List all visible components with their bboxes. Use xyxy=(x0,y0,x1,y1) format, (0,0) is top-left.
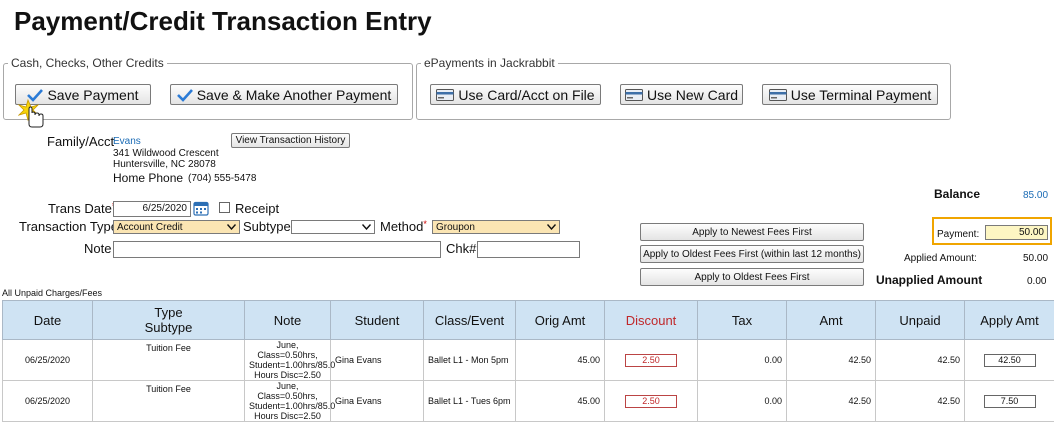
method-label: Method* xyxy=(380,219,427,234)
unapplied-amount-value: 0.00 xyxy=(1027,276,1046,287)
cell-class: Ballet L1 - Tues 6pm xyxy=(424,381,516,422)
note-label: Note xyxy=(84,241,111,256)
chevron-down-icon xyxy=(362,222,371,233)
save-another-payment-button[interactable]: Save & Make Another Payment xyxy=(170,84,398,105)
cell-orig-amt: 45.00 xyxy=(516,381,605,422)
cell-unpaid: 42.50 xyxy=(876,381,965,422)
subtype-select[interactable] xyxy=(291,220,375,234)
family-address-line2: Huntersville, NC 28078 xyxy=(113,159,216,170)
discount-input[interactable]: 2.50 xyxy=(625,354,677,367)
cell-amt: 42.50 xyxy=(787,381,876,422)
transaction-type-label: Transaction Type* xyxy=(19,219,122,234)
cell-amt: 42.50 xyxy=(787,340,876,381)
col-header-date[interactable]: Date xyxy=(3,301,93,340)
page-title: Payment/Credit Transaction Entry xyxy=(14,6,432,37)
use-card-on-file-button[interactable]: Use Card/Acct on File xyxy=(430,84,601,105)
family-acct-label: Family/Acct xyxy=(47,134,114,149)
col-header-amt[interactable]: Amt xyxy=(787,301,876,340)
unapplied-amount-label: Unapplied Amount xyxy=(876,273,982,287)
col-header-discount[interactable]: Discount xyxy=(605,301,698,340)
receipt-label: Receipt xyxy=(235,201,279,216)
checkmark-icon xyxy=(177,88,193,102)
apply-oldest-first-button[interactable]: Apply to Oldest Fees First xyxy=(640,268,864,286)
apply-amt-input[interactable]: 42.50 xyxy=(984,354,1036,367)
family-name-link[interactable]: Evans xyxy=(113,136,141,147)
balance-value[interactable]: 85.00 xyxy=(1023,190,1048,201)
applied-amount-value: 50.00 xyxy=(1023,253,1048,264)
receipt-checkbox[interactable] xyxy=(219,202,230,213)
calendar-icon[interactable] xyxy=(193,200,209,221)
cell-class: Ballet L1 - Mon 5pm xyxy=(424,340,516,381)
chevron-down-icon xyxy=(547,222,556,233)
cell-type: Tuition Fee xyxy=(93,381,245,422)
table-row: 06/25/2020 Tuition Fee June, Class=0.50h… xyxy=(3,340,1054,381)
table-caption: All Unpaid Charges/Fees xyxy=(2,288,102,298)
use-new-card-button[interactable]: Use New Card xyxy=(620,84,743,105)
use-terminal-payment-button[interactable]: Use Terminal Payment xyxy=(762,84,938,105)
chevron-down-icon xyxy=(227,222,236,233)
credit-card-icon xyxy=(769,89,787,101)
cell-note: June, Class=0.50hrs,Student=1.00hrs/85.0… xyxy=(245,340,331,381)
epayments-group-legend: ePayments in Jackrabbit xyxy=(421,56,558,70)
col-header-note[interactable]: Note xyxy=(245,301,331,340)
cell-student: Gina Evans xyxy=(331,381,424,422)
cell-date: 06/25/2020 xyxy=(3,340,93,381)
view-transaction-history-button[interactable]: View Transaction History xyxy=(231,133,350,148)
trans-date-label: Trans Date* xyxy=(48,201,115,216)
check-number-input[interactable] xyxy=(477,241,580,258)
col-header-orig-amt[interactable]: Orig Amt xyxy=(516,301,605,340)
table-row: 06/25/2020 Tuition Fee June, Class=0.50h… xyxy=(3,381,1054,422)
pointer-click-icon xyxy=(18,98,52,133)
col-header-student[interactable]: Student xyxy=(331,301,424,340)
col-header-class[interactable]: Class/Event xyxy=(424,301,516,340)
unpaid-charges-table: Date TypeSubtype Note Student Class/Even… xyxy=(2,300,1054,422)
cell-discount: 2.50 xyxy=(605,381,698,422)
note-input[interactable] xyxy=(113,241,441,258)
col-header-tax[interactable]: Tax xyxy=(698,301,787,340)
family-address-line1: 341 Wildwood Crescent xyxy=(113,148,219,159)
cell-tax: 0.00 xyxy=(698,381,787,422)
payment-input[interactable]: 50.00 xyxy=(985,225,1048,240)
home-phone-value: (704) 555-5478 xyxy=(188,173,256,184)
cell-note: June, Class=0.50hrs,Student=1.00hrs/85.0… xyxy=(245,381,331,422)
transaction-type-select[interactable]: Account Credit xyxy=(113,220,240,234)
col-header-type[interactable]: TypeSubtype xyxy=(93,301,245,340)
cell-orig-amt: 45.00 xyxy=(516,340,605,381)
col-header-unpaid[interactable]: Unpaid xyxy=(876,301,965,340)
trans-date-input[interactable]: 6/25/2020 xyxy=(113,201,191,217)
credit-card-icon xyxy=(436,89,454,101)
payment-label: Payment: xyxy=(937,229,979,240)
apply-newest-first-button[interactable]: Apply to Newest Fees First xyxy=(640,223,864,241)
balance-label: Balance xyxy=(934,187,980,201)
cell-apply-amt: 42.50 xyxy=(965,340,1054,381)
home-phone-label: Home Phone xyxy=(113,171,183,185)
cell-tax: 0.00 xyxy=(698,340,787,381)
credit-card-icon xyxy=(625,89,643,101)
subtype-label: Subtype xyxy=(243,219,291,234)
check-number-label: Chk# xyxy=(446,241,476,256)
cell-unpaid: 42.50 xyxy=(876,340,965,381)
cell-type: Tuition Fee xyxy=(93,340,245,381)
cell-student: Gina Evans xyxy=(331,340,424,381)
apply-oldest-12-months-button[interactable]: Apply to Oldest Fees First (within last … xyxy=(640,245,864,263)
method-select[interactable]: Groupon xyxy=(432,220,560,234)
cell-date: 06/25/2020 xyxy=(3,381,93,422)
cell-discount: 2.50 xyxy=(605,340,698,381)
col-header-apply-amt[interactable]: Apply Amt xyxy=(965,301,1054,340)
cell-apply-amt: 7.50 xyxy=(965,381,1054,422)
cash-group-legend: Cash, Checks, Other Credits xyxy=(8,56,167,70)
applied-amount-label: Applied Amount: xyxy=(904,253,977,264)
